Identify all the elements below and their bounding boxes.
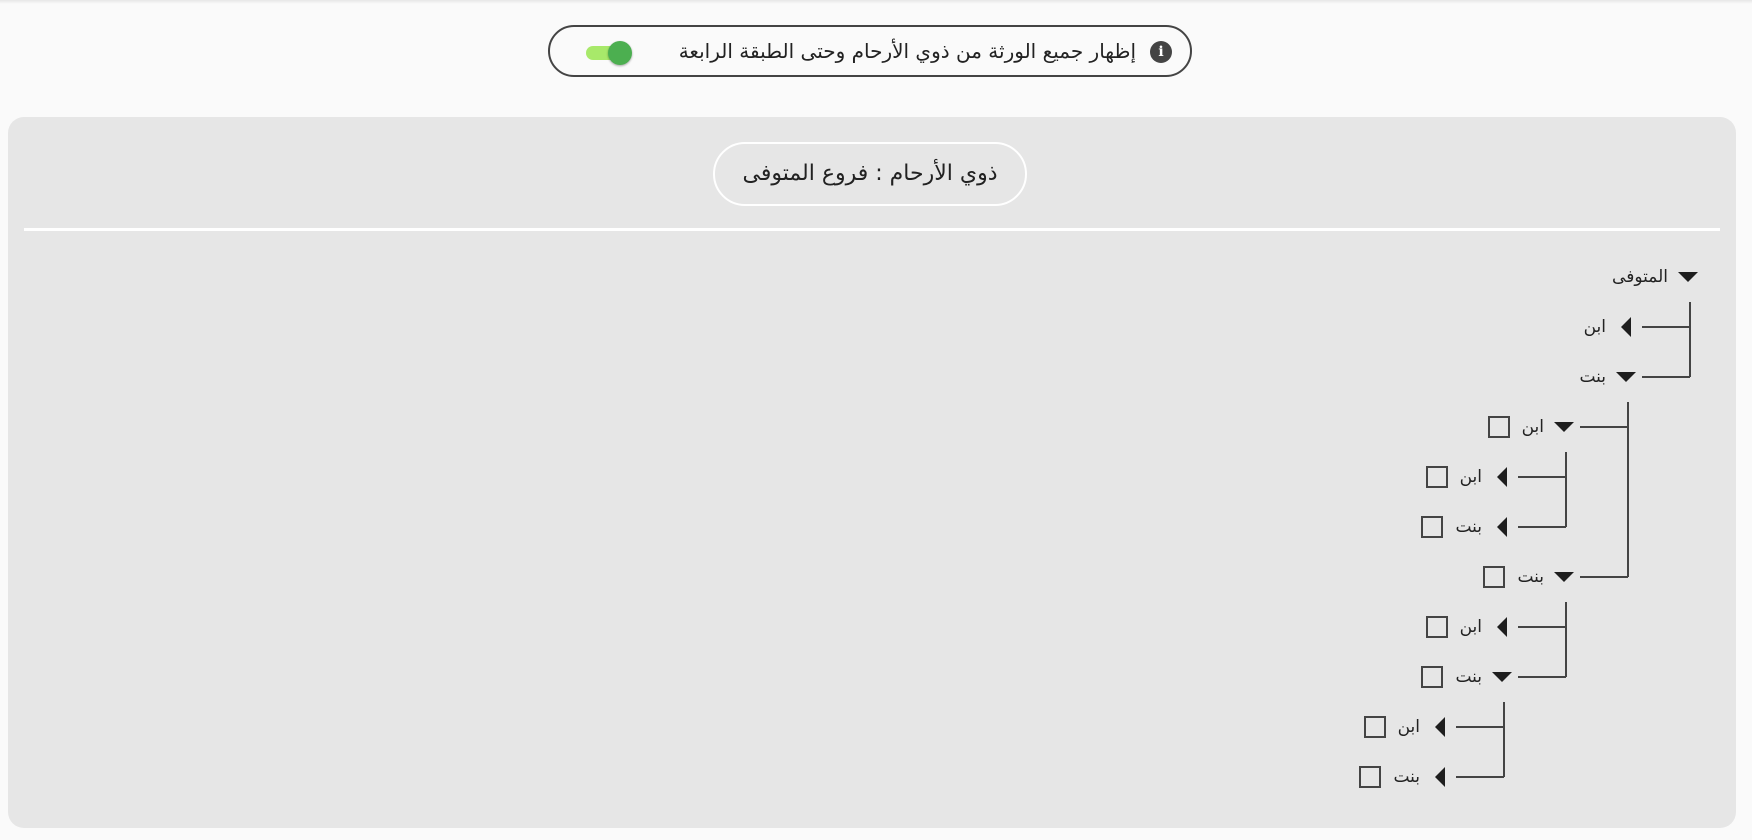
caret-left-icon[interactable] — [1491, 466, 1513, 488]
tree-node-label[interactable]: بنت — [1579, 365, 1606, 389]
caret-left-icon[interactable] — [1491, 516, 1513, 538]
tree-node-label[interactable]: ابن — [1584, 315, 1606, 339]
caret-left-icon[interactable] — [1429, 766, 1451, 788]
caret-down-icon[interactable] — [1677, 266, 1699, 288]
tree-node-label[interactable]: بنت — [1455, 665, 1482, 689]
tree-node-checkbox[interactable] — [1421, 666, 1444, 688]
show-all-heirs-label: إظهار جميع الورثة من ذوي الأرحام وحتى ال… — [678, 39, 1136, 63]
tree-node-checkbox[interactable] — [1487, 416, 1510, 438]
tree-node-checkbox[interactable] — [1425, 616, 1448, 638]
caret-left-icon[interactable] — [1615, 316, 1637, 338]
tree-node-checkbox[interactable] — [1421, 516, 1444, 538]
tree-node-checkbox[interactable] — [1359, 766, 1382, 788]
caret-down-icon[interactable] — [1615, 366, 1637, 388]
tree-node-label[interactable]: ابن — [1522, 415, 1544, 439]
tree-node-label[interactable]: بنت — [1455, 515, 1482, 539]
show-all-heirs-switch[interactable] — [586, 41, 634, 65]
tree-node-label[interactable]: بنت — [1393, 765, 1420, 789]
caret-down-icon[interactable] — [1553, 566, 1575, 588]
show-all-heirs-toggle-bar: i إظهار جميع الورثة من ذوي الأرحام وحتى … — [548, 25, 1192, 77]
caret-down-icon[interactable] — [1491, 666, 1513, 688]
tree-node-label[interactable]: ابن — [1398, 715, 1420, 739]
caret-down-icon[interactable] — [1553, 416, 1575, 438]
info-icon[interactable]: i — [1150, 41, 1172, 63]
switch-knob — [608, 41, 632, 65]
caret-left-icon[interactable] — [1429, 716, 1451, 738]
top-shadow — [0, 0, 1752, 4]
relatives-panel: ذوي الأرحام : فروع المتوفى المتوفى ابن بنت… — [8, 117, 1736, 828]
tree-node-checkbox[interactable] — [1483, 566, 1506, 588]
tree-node-label[interactable]: ابن — [1460, 615, 1482, 639]
tree-node-label[interactable]: ابن — [1460, 465, 1482, 489]
tree-node-label[interactable]: المتوفى — [1612, 265, 1668, 289]
caret-left-icon[interactable] — [1491, 616, 1513, 638]
tree-node-checkbox[interactable] — [1425, 466, 1448, 488]
tree-node-label[interactable]: بنت — [1517, 565, 1544, 589]
tree-node-checkbox[interactable] — [1363, 716, 1386, 738]
